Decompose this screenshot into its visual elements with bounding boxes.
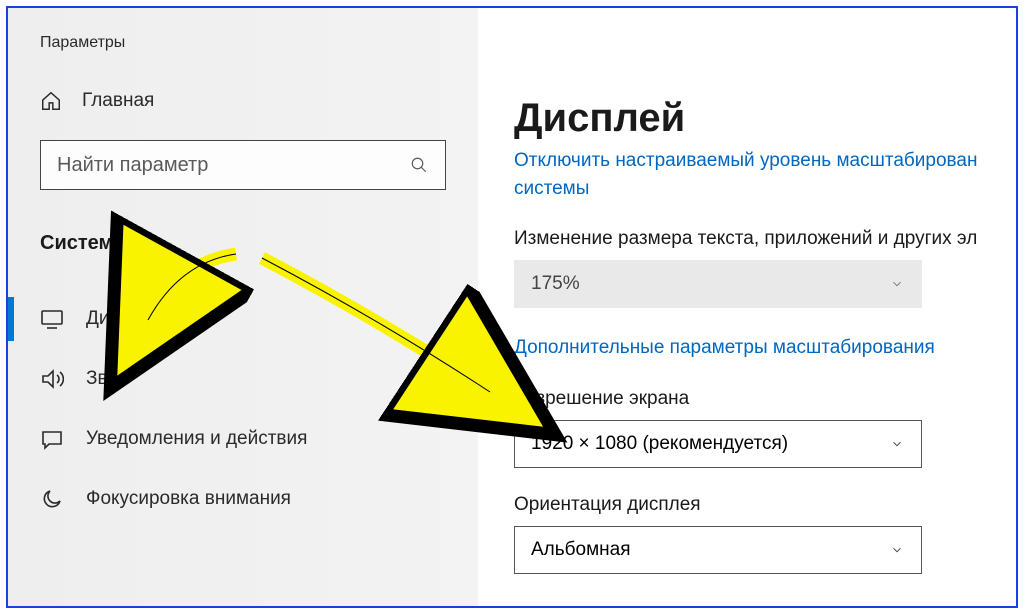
sidebar-item-notifications[interactable]: Уведомления и действия	[8, 409, 478, 469]
page-title: Дисплей	[514, 96, 1016, 141]
settings-window: Параметры Главная Найти параметр Система	[6, 6, 1018, 608]
search-placeholder: Найти параметр	[57, 154, 208, 177]
home-icon	[40, 90, 62, 112]
sidebar: Параметры Главная Найти параметр Система	[8, 8, 478, 606]
home-label: Главная	[82, 90, 154, 112]
chevron-down-icon	[889, 436, 905, 452]
search-input[interactable]: Найти параметр	[40, 140, 446, 190]
content-panel: Дисплей Отключить настраиваемый уровень …	[478, 8, 1016, 606]
sidebar-item-label: Фокусировка внимания	[86, 488, 291, 510]
resolution-label: Разрешение экрана	[514, 388, 1016, 410]
sidebar-item-sound[interactable]: Звук	[8, 349, 478, 409]
sidebar-item-label: Звук	[86, 368, 125, 390]
scale-label: Изменение размера текста, приложений и д…	[514, 228, 1016, 250]
resolution-value: 1920 × 1080 (рекомендуется)	[531, 433, 788, 455]
resolution-select[interactable]: 1920 × 1080 (рекомендуется)	[514, 420, 922, 468]
nav-list: Дисплей Звук Уведомления и действия	[8, 289, 478, 529]
app-title: Параметры	[8, 16, 478, 76]
sidebar-item-focus[interactable]: Фокусировка внимания	[8, 469, 478, 529]
sidebar-item-label: Уведомления и действия	[86, 428, 307, 450]
moon-icon	[40, 487, 64, 511]
scale-value: 175%	[531, 273, 580, 295]
sidebar-item-label: Дисплей	[86, 308, 162, 330]
orientation-select[interactable]: Альбомная	[514, 526, 922, 574]
chevron-down-icon	[889, 542, 905, 558]
speaker-icon	[40, 367, 64, 391]
home-nav[interactable]: Главная	[8, 76, 478, 126]
advanced-scale-link[interactable]: Дополнительные параметры масштабирования	[514, 334, 1016, 362]
search-icon	[409, 155, 429, 175]
message-icon	[40, 427, 64, 451]
orientation-value: Альбомная	[531, 539, 631, 561]
section-title: Система	[8, 214, 478, 265]
orientation-label: Ориентация дисплея	[514, 494, 1016, 516]
chevron-down-icon	[889, 276, 905, 292]
monitor-icon	[40, 307, 64, 331]
disable-custom-scale-link[interactable]: Отключить настраиваемый уровень масштаби…	[514, 147, 1016, 202]
scale-select[interactable]: 175%	[514, 260, 922, 308]
sidebar-item-display[interactable]: Дисплей	[8, 289, 478, 349]
